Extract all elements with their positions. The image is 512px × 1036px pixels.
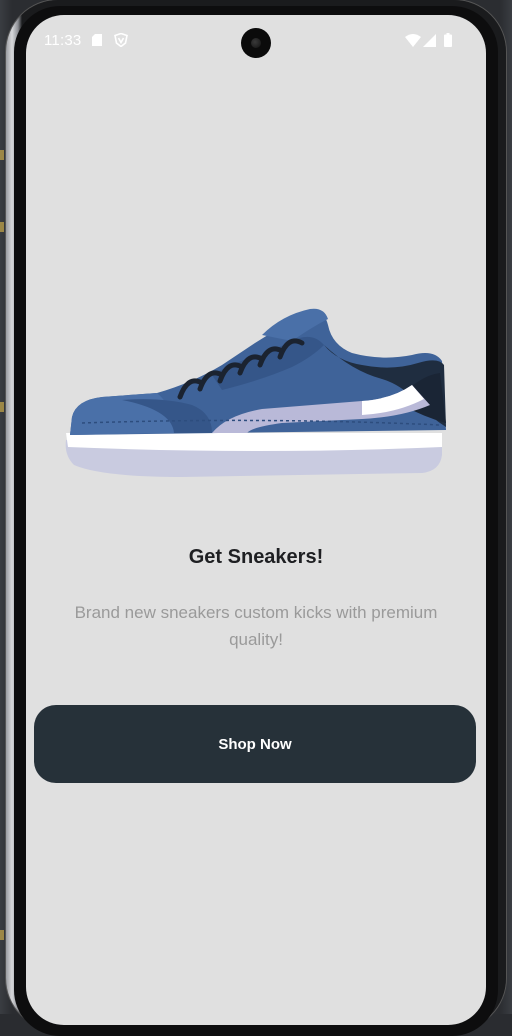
- wifi-icon: [405, 34, 421, 47]
- sd-card-icon: [92, 34, 102, 46]
- status-bar: 11:33: [26, 15, 486, 67]
- battery-icon: [444, 33, 452, 47]
- front-camera: [241, 28, 271, 58]
- editor-gutter-mark: [0, 150, 4, 160]
- cell-signal-icon: [423, 34, 436, 47]
- editor-gutter-mark: [0, 930, 4, 940]
- editor-gutter-mark: [0, 222, 4, 232]
- editor-gutter-mark: [0, 402, 4, 412]
- shop-now-button[interactable]: Shop Now: [34, 705, 476, 783]
- onboarding-subtitle: Brand new sneakers custom kicks with pre…: [74, 603, 438, 649]
- sneaker-illustration: [65, 308, 446, 477]
- status-time: 11:33: [44, 32, 82, 49]
- app-screen: 11:33 Get Sneakers! Brand new sneakers c…: [26, 15, 486, 1025]
- shield-icon: [114, 33, 128, 47]
- onboarding-title: Get Sneakers!: [188, 546, 324, 568]
